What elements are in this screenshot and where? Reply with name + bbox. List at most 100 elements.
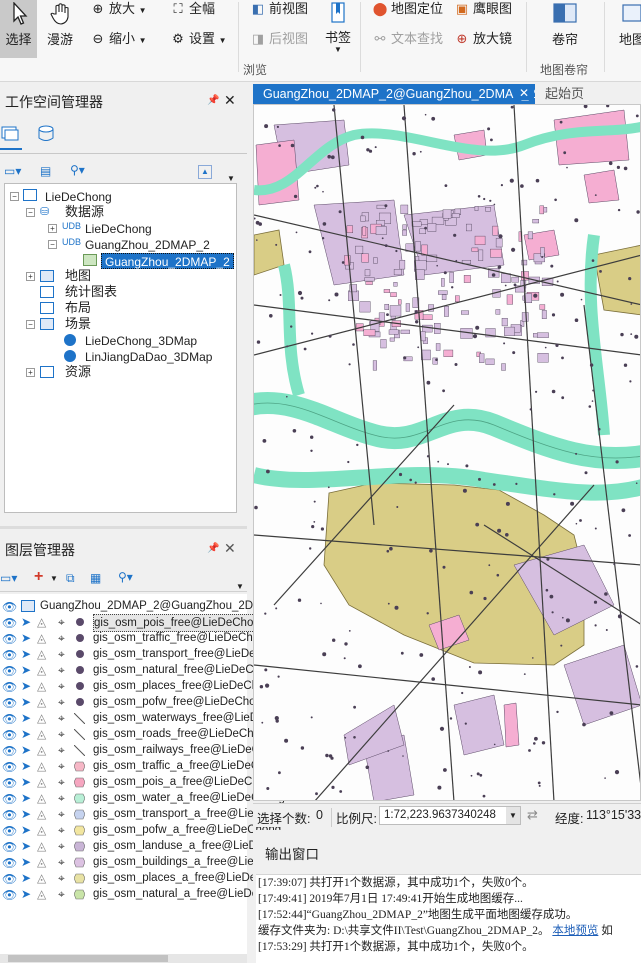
layer-row[interactable]: 👁 ➤ ◬ ⌖ gis_osm_railways_free@LieDeChong (0, 742, 286, 758)
editable-icon[interactable]: ◬ (37, 678, 46, 694)
dropdown-arrow-icon[interactable]: ▼ (139, 36, 147, 45)
editable-icon[interactable]: ◬ (37, 694, 46, 710)
eye-icon[interactable]: 👁 (2, 615, 17, 631)
layer-row[interactable]: 👁 ➤ ◬ ⌖ gis_osm_natural_a_free@LieDeChong (0, 886, 292, 902)
editable-icon[interactable]: ◬ (37, 838, 46, 854)
layer-row[interactable]: 👁 ➤ ◬ ⌖ gis_osm_pois_free@LieDeChong (0, 614, 270, 632)
close-icon[interactable]: ✕ (224, 540, 236, 557)
eye-icon[interactable]: 👁 (2, 855, 17, 871)
selectable-arrow-icon[interactable]: ➤ (21, 710, 31, 726)
panel-splitter[interactable] (0, 526, 247, 529)
scroll-arrow-icon[interactable]: ▼ (236, 582, 244, 591)
layer-row[interactable]: 👁 ➤ ◬ ⌖ gis_osm_places_a_free@LieDeChong (0, 870, 290, 886)
selectable-arrow-icon[interactable]: ➤ (21, 854, 31, 870)
expand-icon[interactable]: + (26, 272, 35, 281)
snap-icon[interactable]: ⌖ (58, 742, 65, 758)
selectable-arrow-icon[interactable]: ➤ (21, 630, 31, 646)
dropdown-arrow-icon[interactable]: ▼ (139, 6, 147, 15)
text-search-button[interactable]: ⚯ 文本查找 (372, 28, 443, 50)
tree-item-datasources[interactable]: 数据源 (65, 204, 104, 220)
expand-icon[interactable]: + (48, 224, 57, 233)
layer-group-icon[interactable]: ⧉ (66, 571, 75, 586)
snap-icon[interactable]: ⌖ (58, 886, 65, 902)
editable-icon[interactable]: ◬ (37, 710, 46, 726)
editable-icon[interactable]: ◬ (37, 790, 46, 806)
editable-icon[interactable]: ◬ (37, 854, 46, 870)
eye-icon[interactable]: 👁 (2, 679, 17, 695)
collapse-icon[interactable]: − (26, 320, 35, 329)
selectable-arrow-icon[interactable]: ➤ (21, 822, 31, 838)
editable-icon[interactable]: ◬ (37, 822, 46, 838)
selectable-arrow-icon[interactable]: ➤ (21, 806, 31, 822)
layer-style-icon[interactable]: ▭▾ (0, 571, 17, 585)
editable-icon[interactable]: ◬ (37, 630, 46, 646)
editable-icon[interactable]: ◬ (37, 742, 46, 758)
close-icon[interactable]: ✕ (224, 92, 236, 109)
zoom-in-button[interactable]: ⊕ 放大 ▼ (90, 0, 147, 20)
eye-icon[interactable]: 👁 (2, 599, 17, 615)
collapse-icon[interactable]: − (26, 208, 35, 217)
layer-row[interactable]: 👁 ➤ ◬ ⌖ gis_osm_transport_a_free@LieDeChong (0, 806, 302, 823)
eye-icon[interactable]: 👁 (2, 759, 17, 775)
dropdown-arrow-icon[interactable]: ▼ (506, 807, 520, 824)
selectable-arrow-icon[interactable]: ➤ (21, 838, 31, 854)
selectable-arrow-icon[interactable]: ➤ (21, 646, 31, 662)
eye-icon[interactable]: 👁 (2, 663, 17, 679)
select-button[interactable]: 选择 (0, 0, 37, 58)
eye-icon[interactable]: 👁 (2, 647, 17, 663)
search-icon[interactable]: ⚲▾ (70, 163, 85, 177)
add-layer-icon[interactable]: + (34, 568, 43, 586)
eye-icon[interactable]: 👁 (2, 695, 17, 711)
selectable-arrow-icon[interactable]: ➤ (21, 662, 31, 678)
next-view-button[interactable]: ◨ 后视图 (250, 28, 308, 50)
tree-item-dataset-selected[interactable]: GuangZhou_2DMAP_2 (101, 253, 234, 269)
tree-item-workspace[interactable]: LieDeChong (45, 189, 112, 205)
selectable-arrow-icon[interactable]: ➤ (21, 678, 31, 694)
new-document-icon[interactable]: ▤ (40, 164, 51, 178)
selectable-arrow-icon[interactable]: ➤ (21, 790, 31, 806)
settings-button[interactable]: ⚙ 设置 ▼ (170, 28, 226, 50)
local-preview-link[interactable]: 本地预览 (552, 925, 598, 937)
tree-item-scenes[interactable]: 场景 (65, 316, 91, 332)
eye-icon[interactable]: 👁 (2, 711, 17, 727)
snap-icon[interactable]: ⌖ (58, 726, 65, 742)
pin-icon[interactable]: 📌 (207, 543, 219, 554)
eye-icon[interactable]: 👁 (2, 823, 17, 839)
editable-icon[interactable]: ◬ (37, 758, 46, 774)
snap-icon[interactable]: ⌖ (58, 710, 65, 726)
layer-row[interactable]: 👁 ➤ ◬ ⌖ gis_osm_buildings_a_free@LieDeChong (0, 854, 302, 871)
map-root-row[interactable]: 👁 GuangZhou_2DMAP_2@GuangZhou_2DM (0, 598, 263, 615)
snap-icon[interactable]: ⌖ (58, 838, 65, 854)
layer-scrollbar[interactable] (0, 954, 247, 963)
editable-icon[interactable]: ◬ (37, 870, 46, 886)
editable-icon[interactable]: ◬ (37, 614, 46, 630)
layer-row[interactable]: 👁 ➤ ◬ ⌖ gis_osm_landuse_a_free@LieDeChong (0, 838, 297, 854)
map-button[interactable]: 地图 (612, 0, 641, 58)
tree-item-scene[interactable]: LieDeChong_3DMap (85, 333, 197, 349)
snap-icon[interactable]: ⌖ (58, 614, 65, 630)
previous-view-button[interactable]: ◧ 前视图 (250, 0, 308, 20)
layer-copy-icon[interactable]: ▦ (90, 571, 101, 585)
layer-row[interactable]: 👁 ➤ ◬ ⌖ gis_osm_traffic_a_free@LieDeChong (0, 758, 285, 775)
tab-start-page[interactable]: 起始页 (545, 85, 584, 103)
map-drawing[interactable] (254, 105, 641, 801)
layer-row[interactable]: 👁 ➤ ◬ ⌖ gis_osm_pois_a_free@LieDeChong (0, 774, 278, 790)
collapse-icon[interactable]: − (48, 240, 57, 249)
tab-close-icon[interactable]: ✕ (514, 86, 534, 100)
layer-row[interactable]: 👁 ➤ ◬ ⌖ gis_osm_transport_free@LieDeChong (0, 646, 289, 663)
snap-icon[interactable]: ⌖ (58, 854, 65, 870)
tree-item-layouts[interactable]: 布局 (65, 300, 91, 316)
selectable-arrow-icon[interactable]: ➤ (21, 614, 31, 630)
snap-icon[interactable]: ⌖ (58, 662, 65, 678)
layer-row[interactable]: 👁 ➤ ◬ ⌖ gis_osm_places_free@LieDeChong (0, 678, 277, 695)
selectable-arrow-icon[interactable]: ➤ (21, 758, 31, 774)
eye-icon[interactable]: 👁 (2, 807, 17, 823)
datasource-tab-icon[interactable] (36, 124, 58, 148)
scale-combobox[interactable]: 1:72,223.9637340248 ▼ (379, 806, 521, 825)
tree-item-scene[interactable]: LinJiangDaDao_3DMap (85, 349, 212, 365)
snap-icon[interactable]: ⌖ (58, 646, 65, 662)
editable-icon[interactable]: ◬ (37, 646, 46, 662)
snap-icon[interactable]: ⌖ (58, 774, 65, 790)
scroll-arrow-icon[interactable]: ▼ (227, 174, 235, 183)
layer-row[interactable]: 👁 ➤ ◬ ⌖ gis_osm_water_a_free@LieDeChong (0, 790, 285, 806)
